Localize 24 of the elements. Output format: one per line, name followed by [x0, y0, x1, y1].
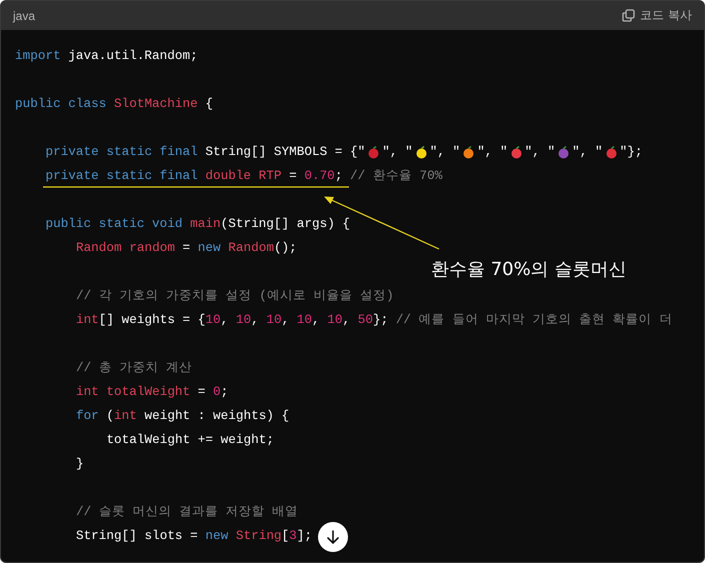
code-line: for (int weight : weights) {: [76, 408, 290, 424]
code-line: public class SlotMachine {: [15, 96, 213, 112]
code-line: public static void main(String[] args) {: [45, 216, 350, 232]
strawberry-icon: [604, 146, 618, 158]
code-line: private static final String[] SYMBOLS = {" ", " ", " ", " ", " ", " "};: [45, 144, 642, 160]
language-label: java: [13, 8, 36, 22]
scroll-down-button[interactable]: [318, 522, 348, 552]
copy-code-button[interactable]: 코드 복사: [622, 7, 692, 24]
code-line: import java.util.Random;: [15, 48, 198, 64]
code-line: // 각 기호의 가중치를 설정 (예시로 비율을 설정): [76, 288, 394, 304]
down-arrow-icon: [326, 530, 340, 544]
code-line: String[] slots = new String[3];: [76, 528, 312, 544]
code-line: // 슬롯 머신의 결과를 저장할 배열: [76, 504, 298, 520]
lemon-icon: [414, 146, 428, 158]
code-line: totalWeight += weight;: [106, 432, 274, 448]
copy-icon: [622, 9, 636, 22]
code-line: int totalWeight = 0;: [76, 384, 228, 400]
code-line: // 총 가중치 계산: [76, 360, 192, 376]
code-line: int[] weights = {10, 10, 10, 10, 10, 50}; // 예를 들어 마지막 기호의 출현 확률이 더: [76, 312, 672, 328]
code-line: private static final double RTP = 0.70; // 환수율 70%: [45, 168, 442, 184]
code-line: }: [76, 456, 84, 472]
annotation-label: 환수율 70%의 슬롯머신: [431, 258, 626, 281]
code-line: Random random = new Random();: [76, 240, 297, 256]
cherry-icon: [367, 146, 380, 158]
